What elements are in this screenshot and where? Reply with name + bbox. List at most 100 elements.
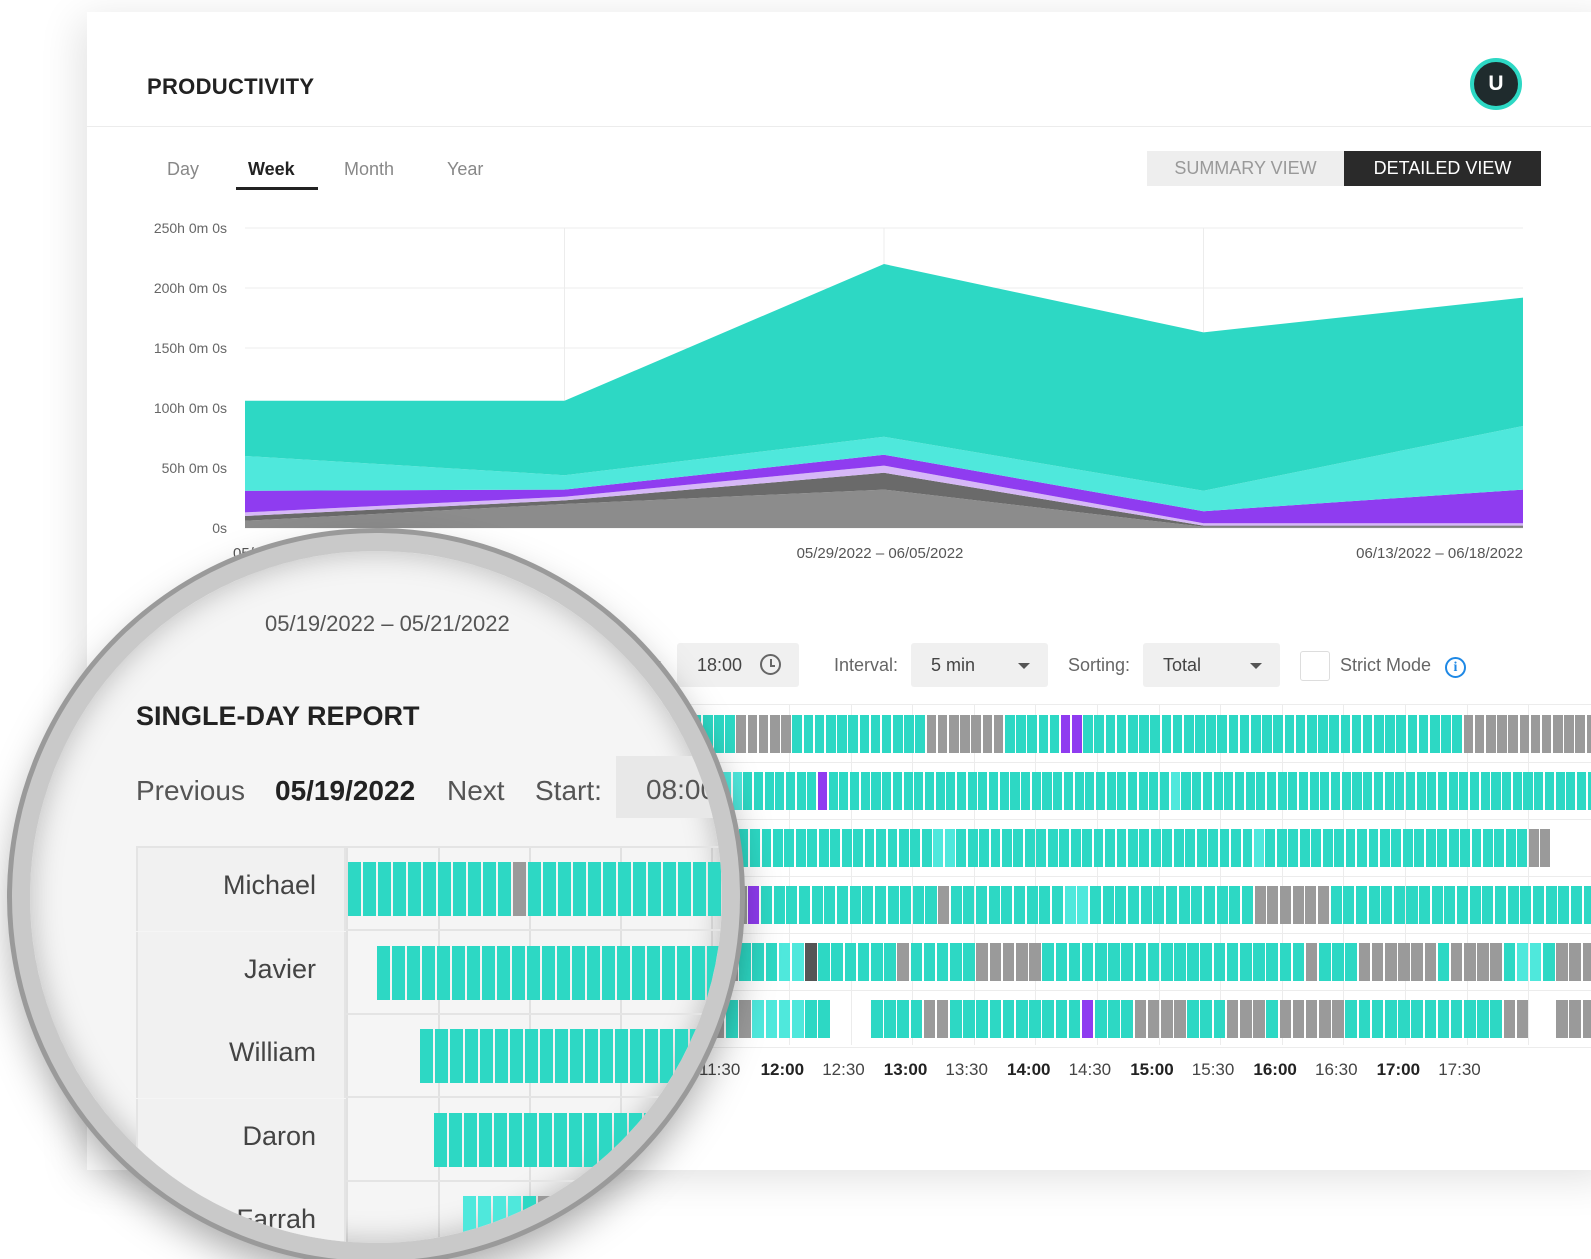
- activity-segment: [1534, 772, 1544, 810]
- activity-segment: [898, 829, 909, 867]
- start-time-input[interactable]: 08:00: [616, 756, 722, 818]
- activity-segment: [836, 886, 848, 924]
- lens-person-row[interactable]: Javier: [136, 931, 722, 1015]
- activity-segment: [853, 829, 863, 867]
- lens-activity-segment: [558, 862, 571, 916]
- activity-segment: [1318, 715, 1328, 753]
- lens-activity-segment: [629, 1112, 643, 1167]
- magnified-content: 05/19/2022 – 05/21/2022 SINGLE-DAY REPOR…: [30, 551, 722, 1243]
- interval-label: Interval:: [834, 655, 899, 675]
- x-tick-label: 06/13/2022 – 06/18/2022: [1356, 545, 1523, 562]
- tab-week[interactable]: Week: [248, 159, 295, 180]
- activity-segment: [1139, 715, 1149, 753]
- activity-segment: [1381, 886, 1393, 924]
- lens-activity-segment: [495, 1029, 508, 1083]
- lens-activity-segment: [541, 945, 555, 1000]
- activity-segment: [976, 1000, 988, 1038]
- timeline-row[interactable]: [647, 762, 1591, 820]
- activity-segment: [967, 772, 977, 810]
- timeline-row[interactable]: [647, 990, 1591, 1048]
- info-icon[interactable]: i: [1445, 657, 1466, 678]
- activity-segment: [884, 943, 896, 981]
- activity-segment: [1505, 829, 1516, 867]
- activity-segment: [752, 1000, 764, 1038]
- tab-day[interactable]: Day: [167, 159, 199, 180]
- activity-segment: [1583, 886, 1591, 924]
- activity-segment: [1276, 829, 1287, 867]
- next-button[interactable]: Next: [447, 775, 505, 807]
- timeline-row[interactable]: [647, 705, 1591, 763]
- activity-segment: [773, 886, 785, 924]
- activity-segment: [785, 772, 796, 810]
- activity-segment: [1074, 772, 1084, 810]
- activity-segment: [1139, 829, 1150, 867]
- activity-segment: [1396, 715, 1407, 753]
- person-name: William: [136, 1015, 346, 1098]
- lens-activity-segment: [434, 1112, 448, 1167]
- detailed-view-button[interactable]: DETAILED VIEW: [1344, 151, 1541, 186]
- lens-activity-segment: [496, 945, 510, 1000]
- lens-person-row[interactable]: Farrah: [136, 1182, 722, 1243]
- strict-mode-checkbox[interactable]: [1300, 651, 1330, 681]
- activity-segment: [871, 772, 881, 810]
- timeline-row[interactable]: [647, 876, 1591, 934]
- lens-activity-segment: [568, 1196, 582, 1243]
- activity-segment: [1095, 1000, 1107, 1038]
- person-name: Farrah: [136, 1182, 346, 1243]
- timeline-row[interactable]: [647, 933, 1591, 991]
- timeline-row[interactable]: [647, 819, 1591, 877]
- previous-button[interactable]: Previous: [136, 775, 245, 807]
- lens-activity-segment: [601, 945, 615, 1000]
- activity-segment: [1059, 829, 1070, 867]
- activity-segment: [1117, 772, 1127, 810]
- activity-segment: [1093, 829, 1104, 867]
- activity-segment: [1090, 886, 1102, 924]
- activity-segment: [976, 886, 988, 924]
- activity-segment: [1503, 1000, 1516, 1038]
- activity-segment: [848, 715, 858, 753]
- report-date: 05/19/2022: [275, 775, 416, 806]
- activity-segment: [1234, 772, 1244, 810]
- lens-activity-segment: [436, 945, 450, 1000]
- lens-person-row[interactable]: Daron: [136, 1098, 722, 1182]
- activity-segment: [1115, 886, 1127, 924]
- lens-person-row[interactable]: William: [136, 1015, 722, 1098]
- activity-segment: [1528, 829, 1539, 867]
- interval-select[interactable]: 5 min: [911, 643, 1048, 687]
- activity-segment: [1329, 715, 1339, 753]
- activity-segment: [795, 829, 806, 867]
- activity-segment: [1072, 715, 1082, 753]
- activity-segment: [923, 943, 936, 981]
- activity-segment: [1530, 715, 1541, 753]
- activity-segment: [1162, 829, 1173, 867]
- lens-person-row[interactable]: Michael: [136, 848, 722, 931]
- activity-segment: [1299, 829, 1310, 867]
- activity-segment: [1295, 715, 1306, 753]
- tab-year[interactable]: Year: [447, 159, 483, 180]
- activity-segment: [1217, 715, 1228, 753]
- activity-segment: [1140, 886, 1152, 924]
- activity-segment: [1373, 772, 1383, 810]
- productivity-area-chart: 250h 0m 0s 200h 0m 0s 150h 0m 0s 100h 0m 0s…: [154, 220, 1523, 562]
- activity-segment: [1459, 772, 1469, 810]
- clock-icon[interactable]: [760, 654, 781, 675]
- activity-segment: [850, 772, 860, 810]
- sorting-select[interactable]: Total: [1143, 643, 1280, 687]
- activity-segment: [1587, 772, 1591, 810]
- activity-segment: [1095, 943, 1107, 981]
- activity-segment: [1068, 943, 1081, 981]
- tab-month[interactable]: Month: [344, 159, 394, 180]
- y-tick-label: 100h 0m 0s: [154, 400, 227, 416]
- activity-segment: [1267, 886, 1279, 924]
- lens-activity-segment: [603, 862, 616, 916]
- activity-segment: [1134, 1000, 1147, 1038]
- activity-segment: [1464, 1000, 1476, 1038]
- activity-segment: [1424, 943, 1437, 981]
- activity-segment: [825, 715, 836, 753]
- user-avatar[interactable]: U: [1470, 58, 1522, 110]
- lens-activity-segment: [451, 945, 465, 1000]
- activity-segment: [1519, 715, 1530, 753]
- y-tick-label: 150h 0m 0s: [154, 340, 227, 356]
- summary-view-button[interactable]: SUMMARY VIEW: [1147, 151, 1344, 186]
- activity-segment: [1060, 715, 1071, 753]
